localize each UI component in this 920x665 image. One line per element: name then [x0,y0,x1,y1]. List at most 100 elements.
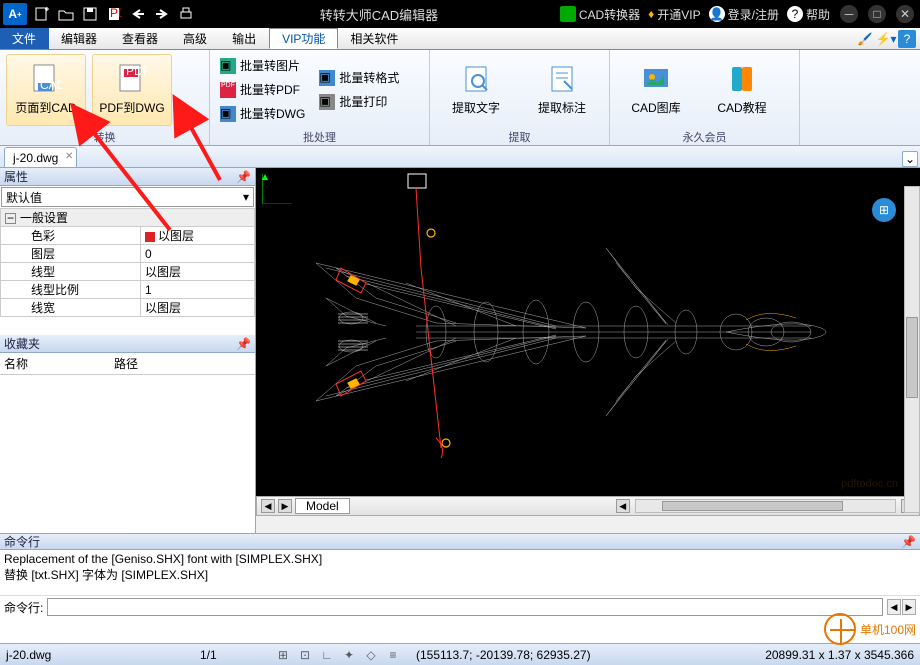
table-row[interactable]: 线宽以图层 [1,299,255,317]
extract-text-button[interactable]: 提取文字 [436,54,516,126]
pin-icon[interactable]: 📌 [901,535,916,549]
ribbon: CAD 页面到CAD PDF PDF到DWG 转换 ▣批量转图片 PDF批量转P… [0,50,920,146]
collapse-toggle[interactable]: − [5,213,16,224]
aircraft-wireframe [256,168,896,496]
tab-left-icon[interactable]: ◀ [261,499,275,513]
batch-image-button[interactable]: ▣批量转图片 [216,55,309,77]
fav-body [0,375,255,533]
new-icon[interactable] [30,2,54,26]
page-to-cad-icon: CAD [30,63,62,95]
left-panel: 属性 📌 默认值 ▾ −一般设置 色彩以图层 图层0 线型以图层 线型比例1 线… [0,168,256,533]
drawing-canvas[interactable]: ⊞ [256,168,920,496]
batch-format-button[interactable]: ▣批量转格式 [315,67,405,89]
close-tab-icon[interactable]: ✕ [65,151,73,162]
menu-viewer[interactable]: 查看器 [110,28,171,49]
batch-print-button[interactable]: ▣批量打印 [315,91,405,113]
table-row[interactable]: 色彩以图层 [1,227,255,245]
menu-vip[interactable]: VIP功能 [269,28,338,49]
extract-text-icon [460,63,492,95]
title-bar: A+ PDF 转转大师CAD编辑器 CAD转换器 ♦开通VIP 👤登录/注册 ?… [0,0,920,28]
close-button[interactable]: ✕ [896,5,914,23]
redo-icon[interactable] [150,2,174,26]
open-icon[interactable] [54,2,78,26]
style-icon[interactable]: 🖌️ [856,30,874,48]
group-batch-label: 批处理 [210,129,429,145]
pdf-to-dwg-button[interactable]: PDF PDF到DWG [92,54,172,126]
extract-anno-button[interactable]: 提取标注 [522,54,602,126]
pdf-icon[interactable]: PDF [102,2,126,26]
menu-file[interactable]: 文件 [0,28,49,49]
tutorial-icon [726,63,758,95]
osnap-icon[interactable]: ◇ [362,646,380,664]
lineweight-icon[interactable]: ≡ [384,646,402,664]
properties-table: −一般设置 色彩以图层 图层0 线型以图层 线型比例1 线宽以图层 [0,208,255,317]
minimize-button[interactable]: ─ [840,5,858,23]
tab-right-icon[interactable]: ▶ [278,499,292,513]
menu-related[interactable]: 相关软件 [338,28,411,49]
batch-dwg-button[interactable]: ▣批量转DWG [216,103,309,125]
canvas-area: ⊞ [256,168,920,533]
help-icon: ? [787,6,803,22]
page-to-cad-label: 页面到CAD [15,99,76,116]
table-row[interactable]: 图层0 [1,245,255,263]
login-link[interactable]: 👤登录/注册 [709,6,779,23]
file-tab-label: j-20.dwg [13,151,58,165]
model-bar: ◀ ▶ Model ◀ ▶ [256,496,920,516]
print-icon[interactable] [174,2,198,26]
h-scrollbar[interactable] [635,499,896,513]
collapse-ribbon-icon[interactable]: ⚡▾ [877,30,895,48]
menu-editor[interactable]: 编辑器 [49,28,110,49]
group-extract-label: 提取 [430,129,609,145]
ortho-icon[interactable]: ∟ [318,646,336,664]
canvas-watermark: pdftodoc.cn [841,478,898,490]
status-page: 1/1 [200,648,260,662]
fav-header: 收藏夹 📌 [0,335,255,353]
help-link[interactable]: ?帮助 [787,6,830,23]
cad-tutorial-button[interactable]: CAD教程 [702,54,782,126]
group-convert-label: 转换 [0,129,209,145]
cmd-header: 命令行 📌 [0,533,920,550]
menu-bar: 文件 编辑器 查看器 高级 输出 VIP功能 相关软件 🖌️ ⚡▾ ? [0,28,920,50]
maximize-button[interactable]: □ [868,5,886,23]
chevron-down-icon: ▾ [243,190,249,204]
main-area: 属性 📌 默认值 ▾ −一般设置 色彩以图层 图层0 线型以图层 线型比例1 线… [0,168,920,533]
default-dropdown[interactable]: 默认值 ▾ [1,187,254,207]
cad-gallery-button[interactable]: CAD图库 [616,54,696,126]
grid-icon[interactable]: ⊞ [274,646,292,664]
status-coords: (155113.7; -20139.78; 62935.27) [416,648,751,662]
window-title: 转转大师CAD编辑器 [198,5,560,24]
extract-anno-icon [546,63,578,95]
cmd-left-icon[interactable]: ◀ [887,599,901,615]
vip-link[interactable]: ♦开通VIP [648,6,700,23]
image-icon: ▣ [220,58,236,74]
model-tab[interactable]: Model [295,498,350,514]
file-tab[interactable]: j-20.dwg ✕ [4,147,77,167]
format-icon: ▣ [319,70,335,86]
undo-icon[interactable] [126,2,150,26]
pdf-small-icon: PDF [220,82,236,98]
pin-icon[interactable]: 📌 [236,170,251,184]
help-menu-icon[interactable]: ? [898,30,916,48]
print-small-icon: ▣ [319,94,335,110]
save-icon[interactable] [78,2,102,26]
batch-pdf-button[interactable]: PDF批量转PDF [216,79,309,101]
expand-tabs-icon[interactable]: ⌄ [902,151,918,167]
snap-icon[interactable]: ⊡ [296,646,314,664]
status-file: j-20.dwg [6,648,186,662]
scroll-left-icon[interactable]: ◀ [616,499,630,513]
v-scrollbar[interactable] [904,186,920,513]
command-input[interactable] [47,598,883,616]
cmd-right-icon[interactable]: ▶ [902,599,916,615]
page-to-cad-button[interactable]: CAD 页面到CAD [6,54,86,126]
cad-converter-link[interactable]: CAD转换器 [560,6,640,23]
menu-advanced[interactable]: 高级 [171,28,220,49]
command-input-row: 命令行: ◀ ▶ [0,596,920,618]
pin-icon[interactable]: 📌 [236,337,251,351]
polar-icon[interactable]: ✦ [340,646,358,664]
menu-output[interactable]: 输出 [220,28,269,49]
command-log: Replacement of the [Geniso.SHX] font wit… [0,550,920,596]
pdf-to-dwg-label: PDF到DWG [99,99,164,116]
table-row[interactable]: 线型以图层 [1,263,255,281]
table-row[interactable]: 线型比例1 [1,281,255,299]
fav-columns: 名称 路径 [0,353,255,375]
